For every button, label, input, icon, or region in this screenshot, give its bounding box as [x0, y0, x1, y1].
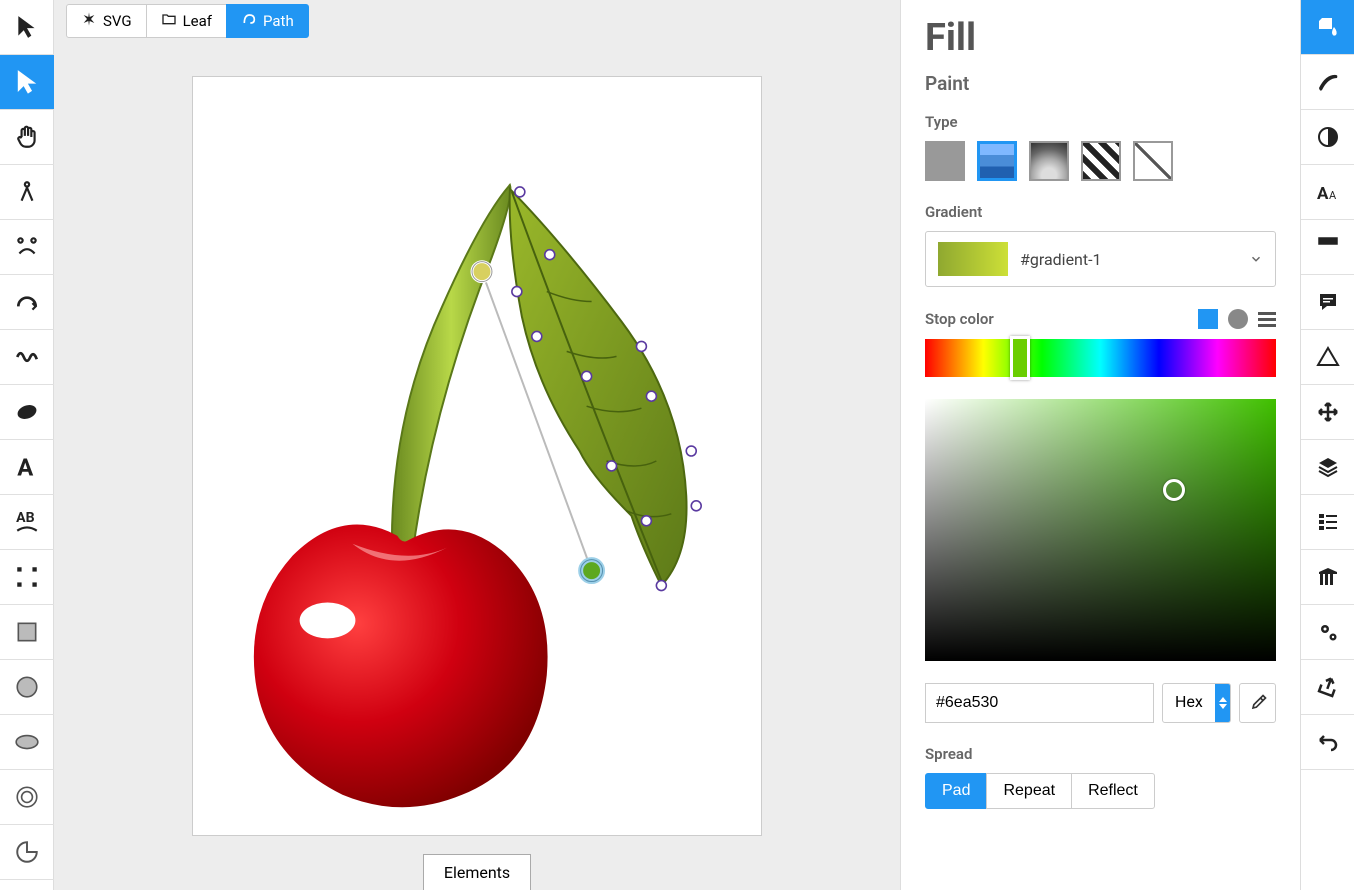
type-label: Type: [925, 113, 1276, 131]
hue-slider[interactable]: [925, 339, 1276, 377]
panel-comment-icon[interactable]: [1301, 275, 1354, 330]
panel-ruler-icon[interactable]: [1301, 220, 1354, 275]
color-format-select[interactable]: Hex: [1162, 683, 1231, 723]
panel-settings-icon[interactable]: [1301, 605, 1354, 660]
breadcrumb-label: Path: [263, 12, 294, 30]
tool-circle[interactable]: [0, 660, 54, 715]
svg-text:A: A: [1329, 189, 1337, 202]
eyedropper-button[interactable]: [1239, 683, 1276, 723]
panel-title: Fill: [925, 16, 1276, 60]
panel-warning-icon[interactable]: [1301, 330, 1354, 385]
tool-arc[interactable]: [0, 275, 54, 330]
panel-fill-icon[interactable]: [1301, 0, 1354, 55]
panel-library-icon[interactable]: [1301, 550, 1354, 605]
breadcrumb-svg[interactable]: SVG: [66, 4, 147, 38]
panel-move-icon[interactable]: [1301, 385, 1354, 440]
asterisk-icon: [81, 11, 97, 31]
saturation-value-picker[interactable]: [925, 399, 1276, 661]
stepper-arrows-icon: [1215, 684, 1231, 722]
stop-mode-square[interactable]: [1198, 309, 1218, 329]
type-solid[interactable]: [925, 141, 965, 181]
gradient-label: Gradient: [925, 203, 1276, 221]
panel-export-icon[interactable]: [1301, 660, 1354, 715]
breadcrumb: SVG Leaf Path: [66, 4, 888, 38]
cherry-artwork: [193, 77, 761, 835]
spread-pad[interactable]: Pad: [925, 773, 987, 809]
stop-mode-circle[interactable]: [1228, 309, 1248, 329]
tool-pie[interactable]: [0, 825, 54, 880]
tool-direct-select[interactable]: [0, 55, 54, 110]
tool-pointer[interactable]: [0, 0, 54, 55]
panel-section-paint: Paint: [925, 72, 1276, 95]
tool-blob[interactable]: [0, 385, 54, 440]
stop-mode-list[interactable]: [1258, 312, 1276, 327]
left-toolbar: A AB: [0, 0, 54, 890]
path-icon: [241, 11, 257, 31]
canvas[interactable]: [192, 76, 762, 836]
breadcrumb-label: SVG: [103, 12, 132, 30]
spread-reflect[interactable]: Reflect: [1071, 773, 1155, 809]
gradient-select[interactable]: #gradient-1: [925, 231, 1276, 287]
tool-ellipse[interactable]: [0, 715, 54, 770]
color-hex-input[interactable]: [925, 683, 1154, 723]
type-none[interactable]: [1133, 141, 1173, 181]
tool-hand[interactable]: [0, 110, 54, 165]
fill-panel: Fill Paint Type Gradient #gradient-1 Sto…: [900, 0, 1300, 890]
tool-text-path[interactable]: AB: [0, 495, 54, 550]
sv-handle[interactable]: [1163, 479, 1185, 501]
panel-layers-icon[interactable]: [1301, 440, 1354, 495]
breadcrumb-path[interactable]: Path: [226, 4, 309, 38]
color-format-label: Hex: [1163, 684, 1215, 722]
stop-color-label: Stop color: [925, 310, 994, 328]
tool-pen[interactable]: [0, 165, 54, 220]
type-linear-gradient[interactable]: [977, 141, 1017, 181]
type-pattern[interactable]: [1081, 141, 1121, 181]
gradient-name: #gradient-1: [1020, 250, 1237, 269]
tool-curve[interactable]: [0, 220, 54, 275]
type-radial-gradient[interactable]: [1029, 141, 1069, 181]
chevron-down-icon: [1249, 252, 1263, 266]
hue-handle[interactable]: [1010, 336, 1030, 380]
panel-opacity-icon[interactable]: [1301, 110, 1354, 165]
canvas-area: SVG Leaf Path: [54, 0, 900, 890]
panel-typography-icon[interactable]: AA: [1301, 165, 1354, 220]
spread-label: Spread: [925, 745, 1276, 763]
bottom-tabs: Elements: [54, 854, 900, 890]
tool-rect[interactable]: [0, 605, 54, 660]
gradient-preview: [938, 242, 1008, 276]
breadcrumb-leaf[interactable]: Leaf: [146, 4, 227, 38]
tab-elements[interactable]: Elements: [423, 854, 531, 890]
panel-stroke-icon[interactable]: [1301, 55, 1354, 110]
panel-undo-icon[interactable]: [1301, 715, 1354, 770]
panel-list-icon[interactable]: [1301, 495, 1354, 550]
spread-repeat[interactable]: Repeat: [986, 773, 1072, 809]
tool-ring[interactable]: [0, 770, 54, 825]
right-toolbar: AA: [1300, 0, 1354, 890]
svg-text:A: A: [17, 454, 33, 480]
svg-text:AB: AB: [16, 510, 34, 526]
svg-text:A: A: [1317, 184, 1329, 204]
tool-text[interactable]: A: [0, 440, 54, 495]
tool-freehand[interactable]: [0, 330, 54, 385]
tool-crop[interactable]: [0, 550, 54, 605]
folder-icon: [161, 11, 177, 31]
breadcrumb-label: Leaf: [183, 12, 212, 30]
